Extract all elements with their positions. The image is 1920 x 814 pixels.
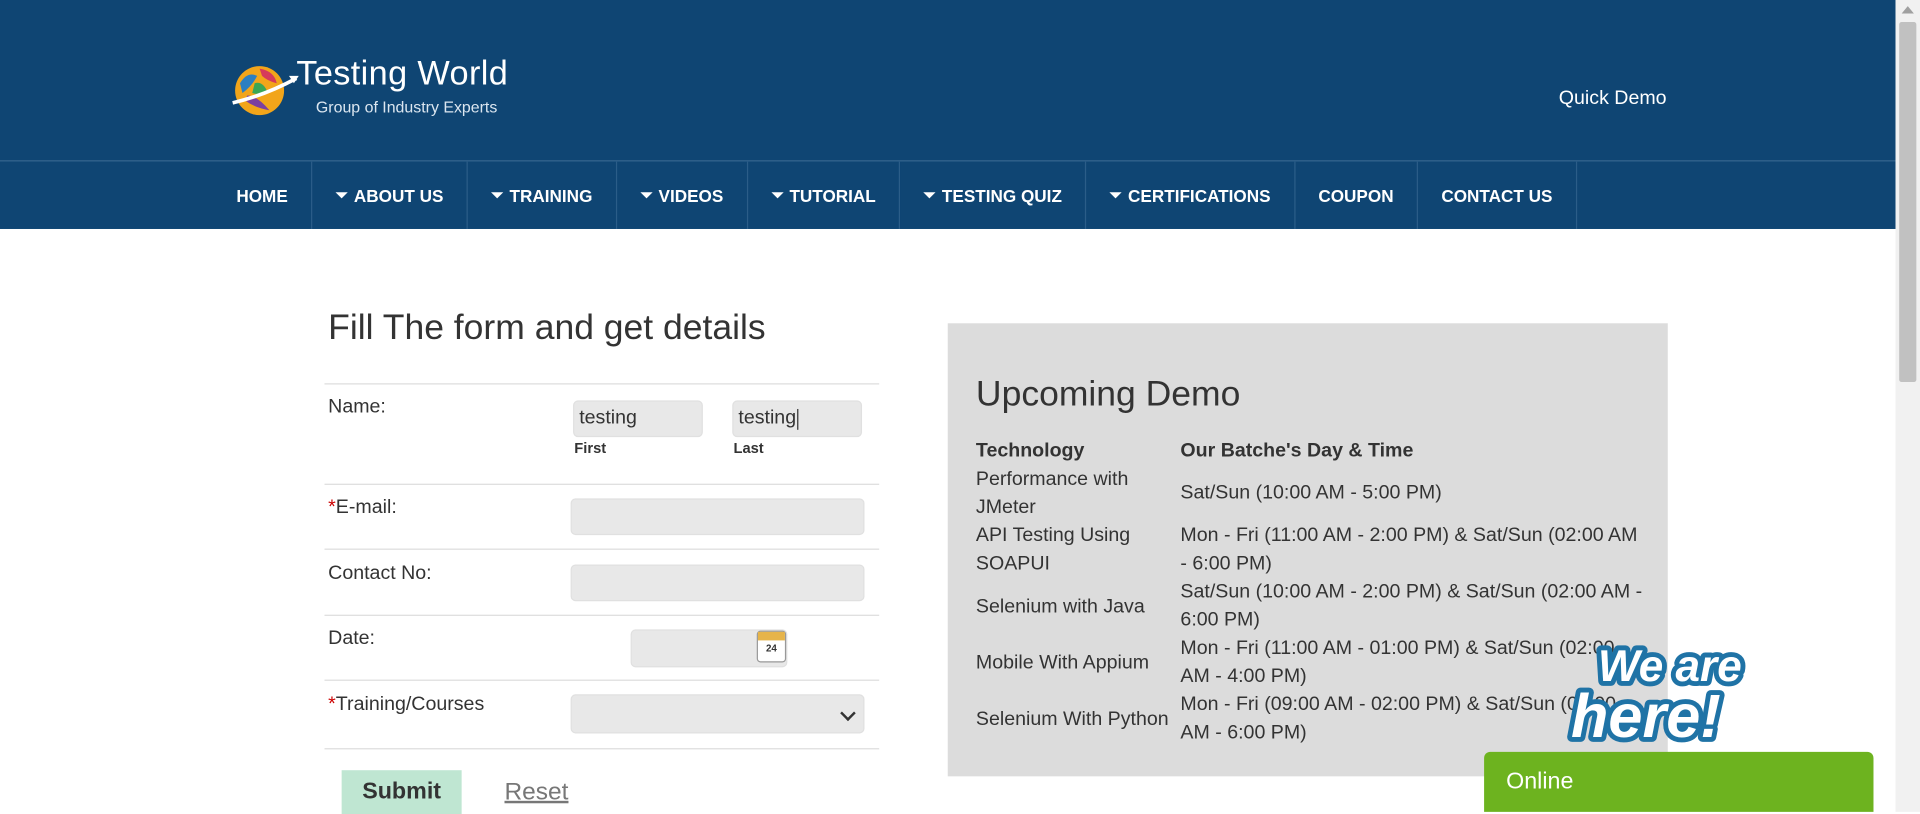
technology-cell: API Testing Using SOAPUI	[975, 525, 1131, 575]
last-name-value: testing	[738, 407, 797, 429]
last-name-sublabel: Last	[733, 439, 764, 457]
contact-label: Contact No:	[328, 563, 432, 585]
submit-button[interactable]: Submit	[341, 770, 462, 814]
chevron-down-icon	[840, 705, 856, 722]
logo-subtitle: Group of Industry Experts	[315, 97, 498, 117]
nav-item-label: ABOUT US	[353, 185, 444, 206]
course-select[interactable]	[570, 694, 865, 734]
contact-input[interactable]	[570, 564, 865, 602]
nav-item-training[interactable]: TRAINING	[468, 161, 617, 229]
course-label: *Training/Courses	[328, 694, 484, 716]
technology-cell: Selenium with Java	[975, 596, 1145, 618]
nav-item-testing-quiz[interactable]: TESTING QUIZ	[900, 161, 1087, 229]
we-are-here-badge[interactable]: We are here!	[1561, 637, 1781, 747]
nav-list: HOME ABOUT US TRAINING VIDEOS TUTORIAL T…	[213, 161, 1577, 229]
calendar-day: 24	[765, 642, 777, 654]
nav-item-label: HOME	[236, 185, 288, 206]
form-title: Fill The form and get details	[328, 308, 766, 348]
time-cell: Sat/Sun (10:00 AM - 2:00 PM) & Sat/Sun (…	[1180, 581, 1643, 631]
caret-down-icon	[1109, 192, 1122, 199]
quick-demo-link[interactable]: Quick Demo	[1559, 88, 1667, 110]
technology-cell: Mobile With Appium	[975, 652, 1150, 674]
name-label: Name:	[328, 396, 386, 418]
email-input[interactable]	[570, 498, 865, 536]
time-cell: Sat/Sun (10:00 AM - 5:00 PM)	[1180, 482, 1442, 504]
calendar-header	[757, 631, 785, 641]
page-scrollbar[interactable]	[1895, 0, 1920, 812]
scroll-up-icon[interactable]	[1901, 6, 1914, 14]
technology-cell: Selenium With Python	[975, 708, 1169, 730]
caret-down-icon	[640, 192, 653, 199]
first-name-sublabel: First	[574, 439, 607, 457]
date-label: Date:	[328, 628, 376, 649]
nav-item-label: CERTIFICATIONS	[1128, 185, 1271, 206]
course-label-text: Training/Courses	[335, 694, 485, 716]
text-cursor	[797, 408, 799, 430]
last-name-input[interactable]: testing	[732, 400, 863, 438]
caret-down-icon	[923, 192, 936, 199]
site-header: Testing World Group of Industry Experts …	[0, 0, 1896, 161]
chat-online-button[interactable]: Online	[1484, 751, 1874, 812]
date-row: Date:	[324, 614, 880, 681]
nav-item-videos[interactable]: VIDEOS	[617, 161, 748, 229]
main-nav: HOME ABOUT US TRAINING VIDEOS TUTORIAL T…	[0, 160, 1896, 229]
upcoming-demo-panel: Upcoming Demo Technology Our Batche's Da…	[947, 323, 1668, 777]
nav-item-home[interactable]: HOME	[213, 161, 313, 229]
scrollbar-thumb[interactable]	[1899, 22, 1917, 383]
nav-item-label: VIDEOS	[658, 185, 724, 206]
first-name-input[interactable]: testing	[573, 400, 703, 438]
badge-line-2: here!	[1571, 682, 1721, 747]
nav-item-about-us[interactable]: ABOUT US	[312, 161, 468, 229]
panel-title: Upcoming Demo	[975, 374, 1241, 414]
nav-item-tutorial[interactable]: TUTORIAL	[748, 161, 901, 229]
nav-item-label: CONTACT US	[1441, 185, 1553, 206]
chat-status: Online	[1506, 768, 1574, 795]
logo-title: Testing World	[296, 53, 509, 92]
nav-item-label: TUTORIAL	[789, 185, 876, 206]
nav-item-label: TRAINING	[509, 185, 593, 206]
first-name-value: testing	[579, 407, 637, 429]
nav-item-coupon[interactable]: COUPON	[1295, 161, 1419, 229]
time-cell: Mon - Fri (11:00 AM - 2:00 PM) & Sat/Sun…	[1180, 525, 1638, 575]
nav-item-label: TESTING QUIZ	[941, 185, 1062, 206]
reset-link[interactable]: Reset	[504, 779, 568, 807]
nav-item-label: COUPON	[1318, 185, 1394, 206]
email-label: *E-mail:	[328, 497, 397, 519]
caret-down-icon	[771, 192, 784, 199]
column-header-technology: Technology	[975, 440, 1085, 462]
email-label-text: E-mail:	[335, 497, 397, 518]
technology-cell: Performance with JMeter	[975, 468, 1129, 518]
calendar-icon[interactable]: 24	[756, 630, 787, 663]
caret-down-icon	[491, 192, 504, 199]
caret-down-icon	[335, 192, 348, 199]
nav-item-certifications[interactable]: CERTIFICATIONS	[1086, 161, 1296, 229]
globe-logo-icon	[232, 66, 299, 116]
site-logo[interactable]: Testing World Group of Industry Experts	[230, 54, 548, 127]
column-header-time: Our Batche's Day & Time	[1180, 440, 1414, 462]
nav-item-contact-us[interactable]: CONTACT US	[1418, 161, 1577, 229]
